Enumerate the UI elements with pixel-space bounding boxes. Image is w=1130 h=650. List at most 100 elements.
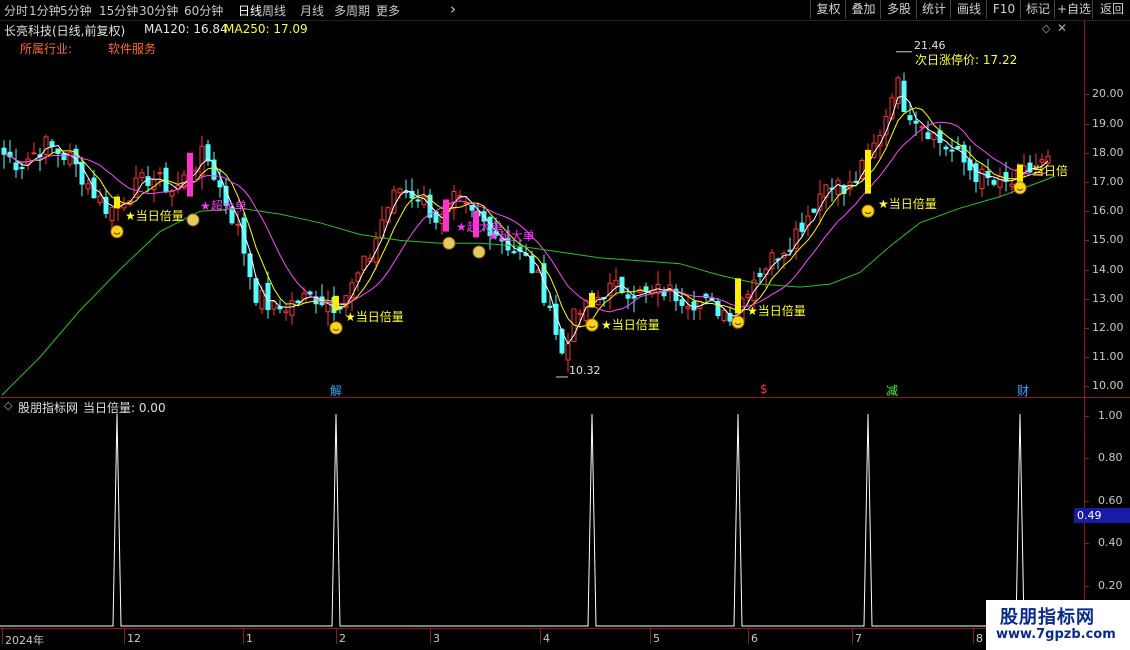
candle[interactable] — [361, 255, 367, 271]
candle[interactable] — [463, 202, 469, 205]
candle[interactable] — [925, 132, 931, 139]
signal-candle[interactable] — [865, 149, 871, 194]
candle[interactable] — [283, 310, 289, 314]
candle[interactable] — [199, 145, 205, 176]
candle[interactable] — [919, 126, 925, 129]
signal-candle[interactable] — [1017, 164, 1023, 182]
candle[interactable] — [793, 228, 799, 249]
period-tab[interactable]: 30分钟 — [139, 2, 178, 19]
indicator-chart[interactable] — [0, 398, 1084, 628]
period-tab[interactable]: 多周期 — [334, 2, 370, 19]
candle[interactable] — [757, 272, 763, 278]
big-order-candle[interactable] — [187, 152, 193, 197]
toolbar-button[interactable]: 画线 — [950, 0, 987, 19]
candle[interactable] — [967, 159, 973, 171]
candle[interactable] — [913, 120, 919, 124]
candle[interactable] — [859, 160, 865, 180]
candle[interactable] — [907, 115, 913, 121]
candle[interactable] — [205, 144, 211, 162]
candle[interactable] — [61, 152, 67, 161]
candle[interactable] — [265, 282, 271, 311]
candle[interactable] — [661, 291, 667, 297]
period-tab[interactable]: 月线 — [300, 2, 324, 19]
candle[interactable] — [85, 183, 91, 190]
candle[interactable] — [49, 141, 55, 147]
candle[interactable] — [145, 176, 151, 186]
candle[interactable] — [577, 312, 583, 315]
candle[interactable] — [811, 208, 817, 213]
candle[interactable] — [565, 343, 571, 361]
candle[interactable] — [631, 296, 637, 299]
candle[interactable] — [1, 147, 7, 155]
candle[interactable] — [289, 300, 295, 316]
candle[interactable] — [691, 301, 697, 311]
period-tab[interactable]: 5分钟 — [60, 2, 92, 19]
candle[interactable] — [625, 294, 631, 299]
candle[interactable] — [511, 251, 517, 254]
signal-candle[interactable] — [333, 295, 339, 311]
candle[interactable] — [271, 301, 277, 310]
candle[interactable] — [721, 309, 727, 321]
settings-diamond-icon[interactable]: ◇ — [1042, 22, 1050, 35]
period-tab[interactable]: 15分钟 — [99, 2, 138, 19]
candle[interactable] — [679, 299, 685, 306]
price-tick — [1084, 123, 1089, 125]
candle[interactable] — [895, 77, 901, 104]
candle[interactable] — [295, 300, 301, 304]
smiley-icon — [731, 315, 745, 329]
candle[interactable] — [955, 145, 961, 150]
signal-candle[interactable] — [114, 196, 120, 209]
toolbar-button[interactable]: F10 — [986, 0, 1021, 19]
toolbar-button[interactable]: 统计 — [916, 0, 951, 19]
candle[interactable] — [253, 278, 259, 303]
candle[interactable] — [97, 195, 103, 204]
period-tab[interactable]: 更多 — [376, 2, 400, 19]
period-tab[interactable]: 1分钟 — [29, 2, 61, 19]
candle[interactable] — [835, 179, 841, 195]
candle[interactable] — [469, 204, 475, 211]
candle[interactable] — [949, 149, 955, 152]
candle[interactable] — [559, 328, 565, 354]
candle[interactable] — [385, 207, 391, 223]
candle[interactable] — [109, 207, 115, 221]
period-tab[interactable]: 周线 — [262, 2, 286, 19]
period-tab[interactable]: 分时 — [4, 2, 28, 19]
event-dividend-marker[interactable]: $ — [760, 382, 768, 396]
candle[interactable] — [787, 249, 793, 252]
candle[interactable] — [547, 305, 553, 308]
candle[interactable] — [1009, 183, 1015, 188]
signal-candle[interactable] — [735, 278, 741, 314]
candle[interactable] — [241, 217, 247, 254]
candle[interactable] — [31, 152, 37, 155]
toolbar-button[interactable]: +自选 — [1054, 0, 1093, 19]
toolbar-button[interactable]: 叠加 — [845, 0, 881, 19]
candle[interactable] — [745, 293, 751, 298]
candle[interactable] — [235, 223, 241, 226]
big-order-candle[interactable] — [443, 199, 449, 232]
candle[interactable] — [979, 168, 985, 189]
candle[interactable] — [799, 222, 805, 232]
candle[interactable] — [973, 163, 979, 183]
candle[interactable] — [217, 180, 223, 188]
toolbar-button[interactable]: 返回 — [1092, 0, 1130, 19]
period-tab[interactable]: 日线 — [238, 2, 262, 19]
candle[interactable] — [991, 180, 997, 185]
toolbar-button[interactable]: 多股 — [880, 0, 917, 19]
candle[interactable] — [685, 306, 691, 309]
candle[interactable] — [157, 172, 163, 175]
candle[interactable] — [613, 279, 619, 287]
candle[interactable] — [943, 146, 949, 150]
period-tab[interactable]: 60分钟 — [184, 2, 223, 19]
candle[interactable] — [997, 176, 1003, 188]
more-chevron-icon[interactable]: › — [450, 0, 456, 18]
candle[interactable] — [43, 136, 49, 155]
close-icon[interactable]: ✕ — [1057, 21, 1067, 35]
candle[interactable] — [415, 199, 421, 202]
signal-candle[interactable] — [589, 292, 595, 308]
candle[interactable] — [139, 172, 145, 179]
toolbar-button[interactable]: 复权 — [810, 0, 846, 19]
candle[interactable] — [13, 162, 19, 171]
candle[interactable] — [397, 188, 403, 194]
toolbar-button[interactable]: 标记 — [1020, 0, 1055, 19]
candle[interactable] — [19, 166, 25, 169]
